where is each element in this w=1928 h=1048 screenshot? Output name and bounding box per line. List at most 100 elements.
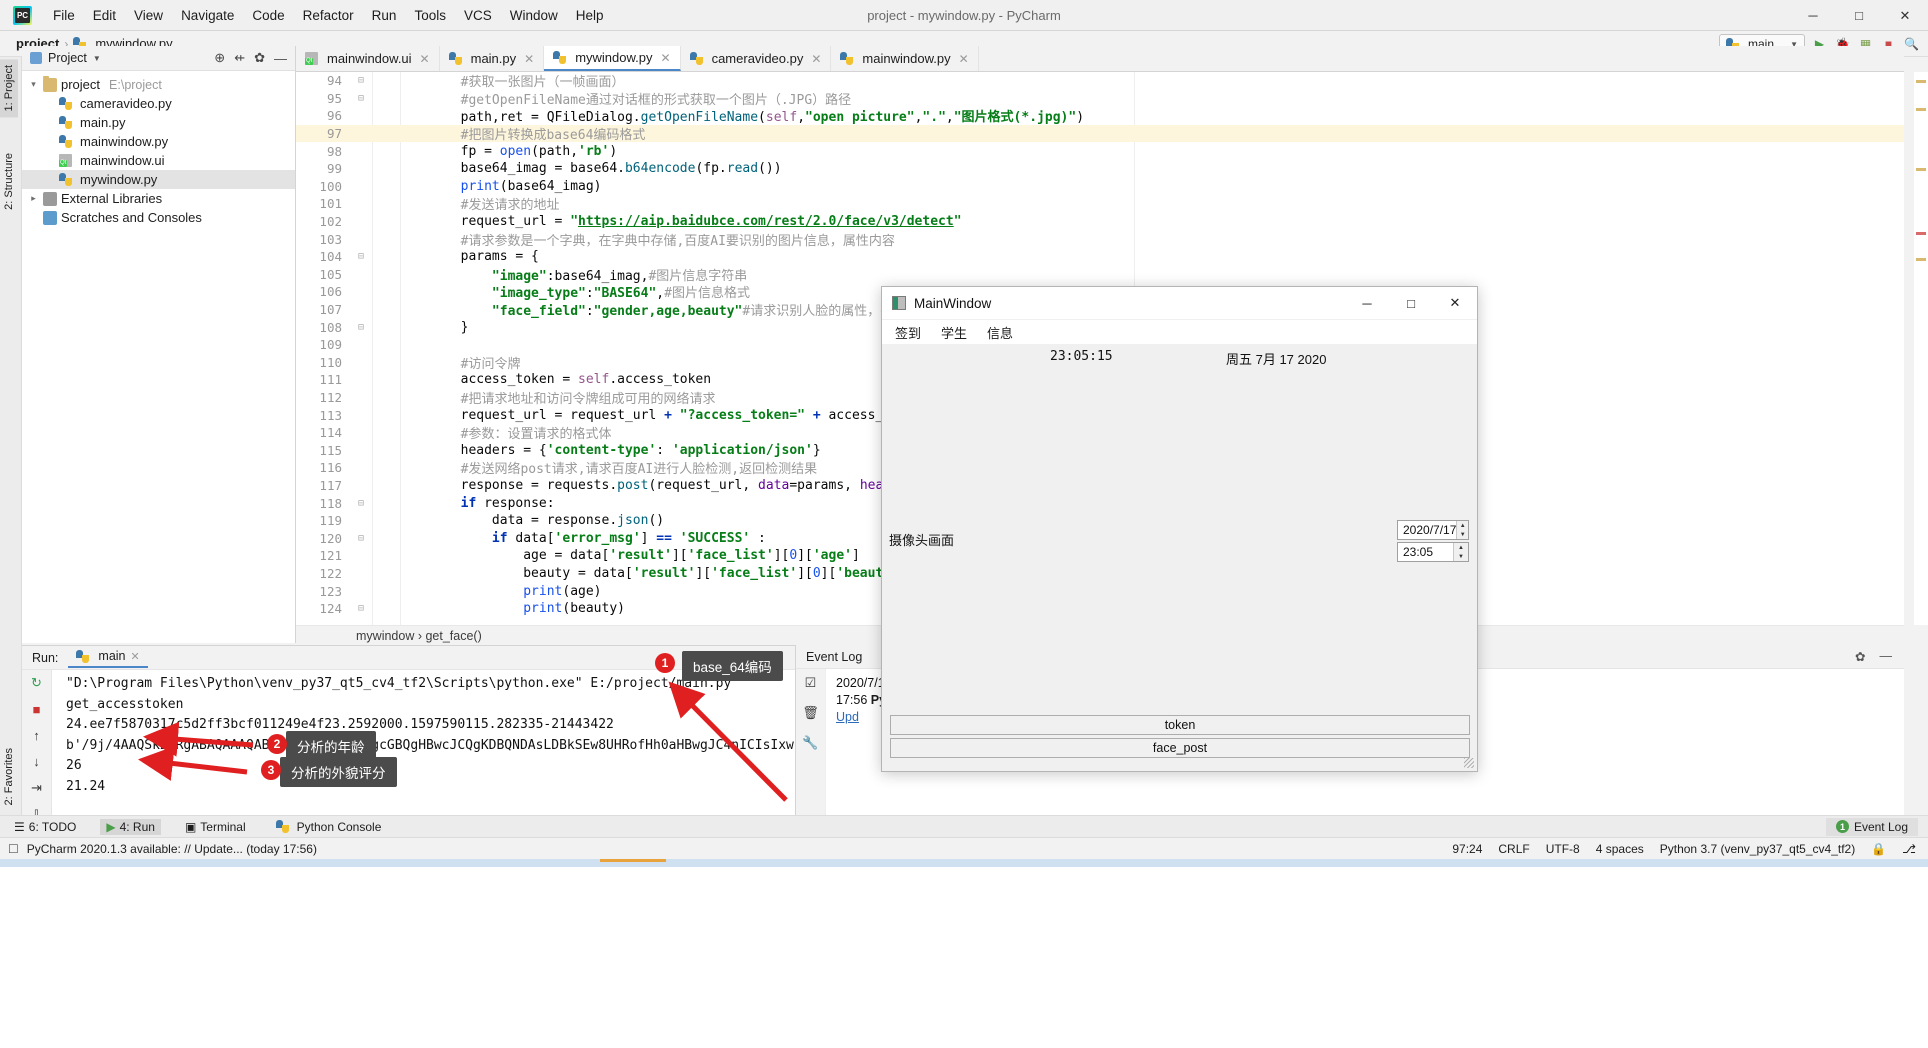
- fold-toggle-icon[interactable]: ⊟: [350, 533, 372, 544]
- menu-navigate[interactable]: Navigate: [172, 5, 243, 26]
- soft-wrap-icon[interactable]: ⇥: [31, 780, 42, 796]
- code-line[interactable]: 104 ⊟ params = {: [296, 248, 1904, 266]
- menu-refactor[interactable]: Refactor: [294, 5, 363, 26]
- code-line[interactable]: 103 #请求参数是一个字典，在字典中存储,百度AI要识别的图片信息，属性内容: [296, 230, 1904, 249]
- menu-tools[interactable]: Tools: [405, 5, 455, 26]
- lock-icon[interactable]: 🔒: [1871, 842, 1886, 856]
- tree-item[interactable]: ▾ project E:\project: [22, 75, 295, 94]
- hide-icon[interactable]: —: [274, 51, 287, 66]
- python-interpreter[interactable]: Python 3.7 (venv_py37_qt5_cv4_tf2): [1660, 842, 1855, 856]
- code-line[interactable]: 98 fp = open(path,'rb'): [296, 142, 1904, 160]
- qt-date-spinbox[interactable]: 2020/7/17 ▲ ▼: [1397, 520, 1469, 540]
- settings-icon[interactable]: ✿: [1855, 649, 1865, 664]
- caret-position[interactable]: 97:24: [1452, 842, 1482, 856]
- qt-face-post-button[interactable]: face_post: [890, 738, 1470, 758]
- tree-item[interactable]: ▸ External Libraries: [22, 189, 295, 208]
- menu-window[interactable]: Window: [501, 5, 567, 26]
- editor-tab[interactable]: main.py ✕: [440, 46, 545, 71]
- line-separator[interactable]: CRLF: [1498, 842, 1529, 856]
- menu-edit[interactable]: Edit: [84, 5, 125, 26]
- fold-toggle-icon[interactable]: ⊟: [350, 251, 372, 262]
- minimize-button[interactable]: ─: [1790, 0, 1836, 31]
- fold-toggle-icon[interactable]: ⊟: [350, 603, 372, 614]
- code-line[interactable]: 101 #发送请求的地址: [296, 195, 1904, 213]
- qt-time-spinbox[interactable]: 23:05 ▲ ▼: [1397, 542, 1469, 562]
- qt-main-window[interactable]: MainWindow ─ □ ✕ 签到 学生 信息 23:05:15 周五 7月…: [881, 286, 1478, 772]
- search-icon[interactable]: 🔍: [1903, 36, 1920, 53]
- file-encoding[interactable]: UTF-8: [1546, 842, 1580, 856]
- down-icon[interactable]: ↓: [33, 754, 40, 769]
- qt-close-button[interactable]: ✕: [1433, 287, 1477, 320]
- expander-icon[interactable]: ▸: [28, 193, 39, 204]
- close-icon[interactable]: ✕: [131, 650, 140, 663]
- settings-icon[interactable]: ✿: [254, 50, 265, 66]
- rerun-icon[interactable]: ↻: [31, 675, 42, 691]
- editor-tab[interactable]: mainwindow.ui ✕: [296, 46, 440, 71]
- bottom-tab-terminal[interactable]: ▣ Terminal: [179, 819, 252, 835]
- fold-toggle-icon[interactable]: ⊟: [350, 75, 372, 86]
- close-tab-icon[interactable]: ✕: [420, 52, 430, 66]
- settings-wrench-icon[interactable]: 🔧: [802, 735, 818, 751]
- code-line[interactable]: 94 ⊟ #获取一张图片（一帧画面）: [296, 72, 1904, 90]
- tree-item[interactable]: main.py: [22, 113, 295, 132]
- qt-menu-student[interactable]: 学生: [938, 322, 970, 343]
- branch-icon[interactable]: ⎇: [1902, 842, 1916, 856]
- hide-icon[interactable]: —: [1880, 649, 1893, 664]
- bottom-tab-python-console[interactable]: Python Console: [270, 819, 388, 835]
- code-line[interactable]: 105 "image":base64_imag,#图片信息字符串: [296, 266, 1904, 284]
- collapse-all-icon[interactable]: ⇷: [234, 50, 245, 66]
- run-tab-main[interactable]: main ✕: [68, 647, 148, 668]
- menu-file[interactable]: File: [44, 5, 84, 26]
- editor-tab[interactable]: cameravideo.py ✕: [681, 46, 832, 71]
- editor-tab[interactable]: mywindow.py ✕: [544, 46, 681, 71]
- tree-item[interactable]: mywindow.py: [22, 170, 295, 189]
- menu-vcs[interactable]: VCS: [455, 5, 501, 26]
- event-log-chip[interactable]: 1 Event Log: [1825, 817, 1918, 836]
- menu-view[interactable]: View: [125, 5, 172, 26]
- editor-tab[interactable]: mainwindow.py ✕: [831, 46, 979, 71]
- close-tab-icon[interactable]: ✕: [524, 52, 534, 66]
- up-icon[interactable]: ↑: [33, 728, 40, 743]
- select-all-icon[interactable]: ☑: [805, 675, 817, 691]
- editor-marker-gutter[interactable]: [1914, 72, 1928, 625]
- code-line[interactable]: 99 base64_imag = base64.b64encode(fp.rea…: [296, 160, 1904, 178]
- code-line[interactable]: 100 print(base64_imag): [296, 178, 1904, 196]
- indent-setting[interactable]: 4 spaces: [1596, 842, 1644, 856]
- code-line[interactable]: 95 ⊟ #getOpenFileName通过对话框的形式获取一个图片（.JPG）…: [296, 90, 1904, 108]
- close-tab-icon[interactable]: ✕: [811, 52, 821, 66]
- chevron-down-icon[interactable]: ▼: [93, 54, 101, 63]
- expander-icon[interactable]: ▾: [28, 79, 39, 90]
- tree-item[interactable]: cameravideo.py: [22, 94, 295, 113]
- status-message[interactable]: PyCharm 2020.1.3 available: // Update...…: [27, 842, 317, 856]
- tree-item[interactable]: mainwindow.ui: [22, 151, 295, 170]
- fold-toggle-icon[interactable]: ⊟: [350, 322, 372, 333]
- sidebar-tab-favorites[interactable]: 2: Favorites: [0, 742, 18, 811]
- qt-maximize-button[interactable]: □: [1389, 287, 1433, 320]
- qt-token-button[interactable]: token: [890, 715, 1470, 735]
- tree-item[interactable]: mainwindow.py: [22, 132, 295, 151]
- stop-icon[interactable]: ■: [33, 702, 41, 717]
- sidebar-tab-project[interactable]: 1: Project: [0, 59, 18, 118]
- qt-minimize-button[interactable]: ─: [1345, 287, 1389, 320]
- locate-icon[interactable]: ⊕: [214, 50, 225, 66]
- tree-item[interactable]: Scratches and Consoles: [22, 208, 295, 227]
- menu-help[interactable]: Help: [567, 5, 613, 26]
- code-line[interactable]: 97 #把图片转换成base64编码格式: [296, 124, 1904, 143]
- menu-code[interactable]: Code: [243, 5, 293, 26]
- fold-toggle-icon[interactable]: ⊟: [350, 498, 372, 509]
- qt-menu-checkin[interactable]: 签到: [892, 322, 924, 343]
- bottom-tab-run[interactable]: ▶ 4: Run: [100, 818, 161, 835]
- menu-run[interactable]: Run: [363, 5, 406, 26]
- close-tab-icon[interactable]: ✕: [661, 51, 671, 65]
- fold-toggle-icon[interactable]: ⊟: [350, 93, 372, 104]
- delete-icon[interactable]: 🗑: [802, 705, 819, 721]
- code-line[interactable]: 102 request_url = "https://aip.baidubce.…: [296, 213, 1904, 231]
- maximize-button[interactable]: □: [1836, 0, 1882, 31]
- status-hide-icon[interactable]: ☐: [8, 842, 19, 856]
- qt-time-spin-arrows[interactable]: ▲ ▼: [1453, 543, 1468, 561]
- qt-date-spin-arrows[interactable]: ▲ ▼: [1456, 521, 1468, 539]
- close-button[interactable]: ✕: [1882, 0, 1928, 31]
- qt-menu-info[interactable]: 信息: [984, 322, 1016, 343]
- qt-resize-grip[interactable]: [1464, 758, 1474, 768]
- sidebar-tab-structure[interactable]: 2: Structure: [0, 147, 18, 216]
